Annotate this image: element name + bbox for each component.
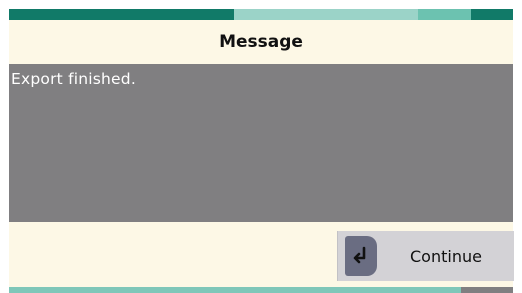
- message-area: Export finished.: [9, 64, 513, 222]
- top-bar-segment: [471, 9, 513, 20]
- message-dialog: Message Export finished. Continue: [9, 9, 514, 293]
- continue-button[interactable]: Continue: [337, 231, 514, 281]
- continue-button-label: Continue: [410, 246, 482, 266]
- top-progress-bar: [9, 9, 513, 20]
- message-text: Export finished.: [11, 70, 136, 88]
- bottom-bar: [9, 287, 513, 293]
- dialog-title: Message: [219, 32, 303, 52]
- enter-return-icon: [345, 236, 377, 276]
- bottom-bar-segment: [9, 287, 461, 293]
- top-bar-segment: [9, 9, 234, 20]
- bottom-bar-segment: [461, 287, 513, 293]
- top-bar-segment: [418, 9, 471, 20]
- top-bar-segment: [234, 9, 418, 20]
